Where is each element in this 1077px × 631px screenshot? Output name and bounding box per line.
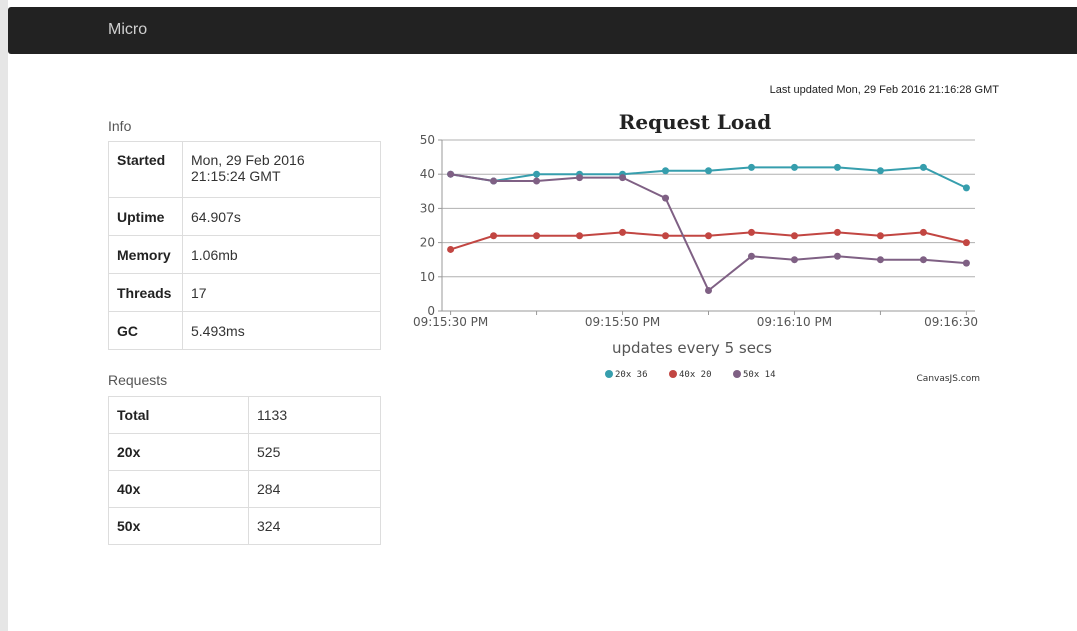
- info-label-memory: Memory: [108, 235, 183, 274]
- legend-marker-40x: [669, 370, 677, 378]
- data-point-40x: [790, 232, 798, 240]
- info-value-gc: 5.493ms: [182, 311, 381, 350]
- requests-label-20x: 20x: [108, 433, 249, 471]
- legend-label-20x: 20x 36: [615, 370, 648, 380]
- y-tick-label: 40: [420, 167, 435, 181]
- y-tick-label: 50: [420, 133, 435, 147]
- requests-label-40x: 40x: [108, 470, 249, 508]
- requests-label-50x: 50x: [108, 507, 249, 545]
- data-point-40x: [919, 228, 927, 236]
- info-value-uptime: 64.907s: [182, 197, 381, 236]
- window-left-edge: [0, 0, 8, 631]
- requests-value-20x: 525: [248, 433, 381, 471]
- data-point-50x: [447, 170, 455, 178]
- legend-marker-50x: [733, 370, 741, 378]
- legend-marker-20x: [605, 370, 613, 378]
- x-tick-label: 09:16:30: [924, 315, 978, 329]
- data-point-40x: [576, 232, 584, 240]
- last-updated-text: Last updated Mon, 29 Feb 2016 21:16:28 G…: [769, 84, 999, 96]
- legend-label-50x: 50x 14: [743, 370, 776, 380]
- chart-series: [447, 163, 970, 294]
- requests-value-40x: 284: [248, 470, 381, 508]
- request-load-chart: Request Load 0 10 20 30 40 50 09:15:30 PM 09:15…: [400, 106, 990, 396]
- y-tick-label: 20: [420, 236, 435, 250]
- data-point-50x: [833, 252, 841, 260]
- table-row: GC 5.493ms: [108, 311, 381, 350]
- requests-value-50x: 324: [248, 507, 381, 545]
- started-time: 21:15:24 GMT: [191, 168, 281, 184]
- top-navbar: Micro: [8, 7, 1077, 54]
- data-point-50x: [490, 177, 498, 185]
- data-point-20x: [747, 163, 755, 171]
- data-point-20x: [790, 163, 798, 171]
- data-point-50x: [747, 252, 755, 260]
- data-point-40x: [747, 228, 755, 236]
- table-row: Uptime 64.907s: [108, 197, 381, 236]
- data-point-50x: [705, 286, 712, 294]
- data-point-20x: [662, 167, 670, 175]
- legend-label-40x: 40x 20: [679, 370, 712, 380]
- table-row: Started Mon, 29 Feb 2016 21:15:24 GMT: [108, 141, 381, 198]
- data-point-20x: [705, 167, 712, 175]
- info-label-uptime: Uptime: [108, 197, 183, 236]
- x-tick-label: 09:16:10 PM: [757, 315, 832, 329]
- table-row: Memory 1.06mb: [108, 235, 381, 274]
- y-tick-label: 10: [420, 270, 435, 284]
- data-point-50x: [576, 174, 584, 182]
- requests-label-total: Total: [108, 396, 249, 434]
- data-point-40x: [533, 232, 541, 240]
- data-point-40x: [619, 228, 627, 236]
- chart-grid: [442, 139, 975, 278]
- table-row: 20x 525: [108, 433, 381, 471]
- requests-heading: Requests: [108, 372, 168, 388]
- data-point-50x: [790, 256, 798, 264]
- info-heading: Info: [108, 118, 132, 134]
- data-point-40x: [962, 239, 970, 247]
- data-point-20x: [919, 163, 927, 171]
- info-table: Started Mon, 29 Feb 2016 21:15:24 GMT Up…: [108, 141, 381, 350]
- canvasjs-credit[interactable]: CanvasJS.com: [917, 374, 980, 384]
- data-point-20x: [876, 167, 884, 175]
- data-point-50x: [919, 256, 927, 264]
- info-value-started: Mon, 29 Feb 2016 21:15:24 GMT: [182, 141, 381, 198]
- data-point-40x: [833, 228, 841, 236]
- x-tick-label: 09:15:30 PM: [413, 315, 488, 329]
- requests-table: Total 1133 20x 525 40x 284 50x 324: [108, 396, 381, 545]
- data-point-20x: [962, 184, 970, 192]
- data-point-20x: [833, 163, 841, 171]
- info-label-threads: Threads: [108, 273, 183, 312]
- data-point-50x: [533, 177, 541, 185]
- data-point-40x: [705, 232, 712, 240]
- table-row: 50x 324: [108, 507, 381, 545]
- chart-subtitle: updates every 5 secs: [612, 339, 772, 357]
- table-row: 40x 284: [108, 470, 381, 508]
- chart-legend: 20x 36 40x 20 50x 14: [605, 370, 776, 380]
- started-date: Mon, 29 Feb 2016: [191, 152, 305, 168]
- info-value-memory: 1.06mb: [182, 235, 381, 274]
- data-point-20x: [533, 170, 541, 178]
- info-value-threads: 17: [182, 273, 381, 312]
- data-point-50x: [662, 194, 670, 202]
- data-point-50x: [876, 256, 884, 264]
- chart-title: Request Load: [619, 110, 771, 134]
- data-point-40x: [447, 245, 455, 253]
- brand-link[interactable]: Micro: [108, 21, 147, 39]
- info-label-gc: GC: [108, 311, 183, 350]
- data-point-50x: [619, 174, 627, 182]
- info-label-started: Started: [108, 141, 183, 198]
- table-row: Total 1133: [108, 396, 381, 434]
- table-row: Threads 17: [108, 273, 381, 312]
- x-tick-label: 09:15:50 PM: [585, 315, 660, 329]
- y-tick-label: 30: [420, 201, 435, 215]
- data-point-40x: [662, 232, 670, 240]
- requests-value-total: 1133: [248, 396, 381, 434]
- data-point-40x: [490, 232, 498, 240]
- chart-axes: 0102030405009:15:30 PM 09:15:50 PM 09:16:1…: [413, 133, 978, 329]
- data-point-40x: [876, 232, 884, 240]
- data-point-50x: [962, 259, 970, 267]
- chart-canvas: Request Load 0102030405009:15:30 PM 09:15…: [413, 110, 980, 384]
